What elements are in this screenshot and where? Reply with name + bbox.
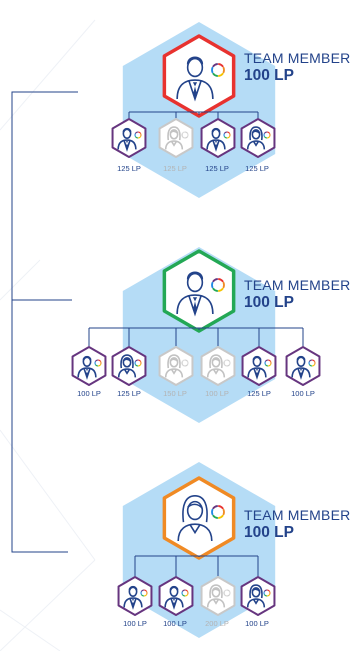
member-title-block: TEAM MEMBER 100 LP [244, 508, 350, 541]
background-stroke [0, 259, 41, 301]
sub-member-points: 100 LP [123, 619, 147, 628]
sub-member-points: 100 LP [291, 389, 315, 398]
background-stroke [0, 429, 96, 561]
sub-member-hexagon [158, 118, 194, 158]
member-points-label: 100 LP [244, 294, 294, 311]
background-decoration [0, 19, 96, 652]
sub-member-hexagon [117, 576, 153, 616]
sub-member-points: 100 LP [205, 389, 229, 398]
member-title-block: TEAM MEMBER 100 LP [244, 278, 350, 311]
sub-member-hexagon [111, 118, 147, 158]
sub-member-points: 100 LP [245, 619, 269, 628]
sub-member-points: 125 LP [117, 389, 141, 398]
sub-member-points: 150 LP [163, 389, 187, 398]
background-stroke [0, 19, 96, 131]
diagram-canvas [0, 19, 321, 652]
sub-member-points: 100 LP [163, 619, 187, 628]
sub-member-hexagon [200, 118, 236, 158]
sub-member-hexagon [158, 576, 194, 616]
hierarchy-bracket [11, 91, 78, 553]
sub-member-points: 100 LP [77, 389, 101, 398]
hierarchy-connectors [11, 91, 78, 553]
sub-member-points: 125 LP [247, 389, 271, 398]
sub-member-hexagon [111, 346, 147, 386]
team-hierarchy-diagram: TEAM MEMBER 100 LP TEAM MEMBER 100 LP TE… [0, 0, 354, 652]
team-member-group [117, 462, 276, 638]
sub-member-hexagon [240, 118, 276, 158]
sub-member-hexagon [285, 346, 321, 386]
sub-member-hexagon [71, 346, 107, 386]
member-role-label: TEAM MEMBER [244, 277, 351, 293]
member-points-label: 100 LP [244, 67, 294, 84]
sub-member-points: 125 LP [117, 164, 141, 173]
sub-member-points: 125 LP [163, 164, 187, 173]
member-role-label: TEAM MEMBER [244, 507, 351, 523]
sub-member-hexagon [240, 576, 276, 616]
sub-member-points: 200 LP [205, 619, 229, 628]
sub-member-points: 125 LP [205, 164, 229, 173]
sub-member-hexagon [200, 346, 236, 386]
member-points-label: 100 LP [244, 524, 294, 541]
background-stroke [0, 559, 96, 652]
sub-member-points: 125 LP [245, 164, 269, 173]
sub-member-hexagon [158, 346, 194, 386]
sub-member-hexagon [241, 346, 277, 386]
member-role-label: TEAM MEMBER [244, 50, 351, 66]
member-hexagons [71, 22, 321, 638]
background-stroke [0, 609, 61, 652]
member-title-block: TEAM MEMBER 100 LP [244, 51, 350, 84]
sub-member-hexagon [200, 576, 236, 616]
